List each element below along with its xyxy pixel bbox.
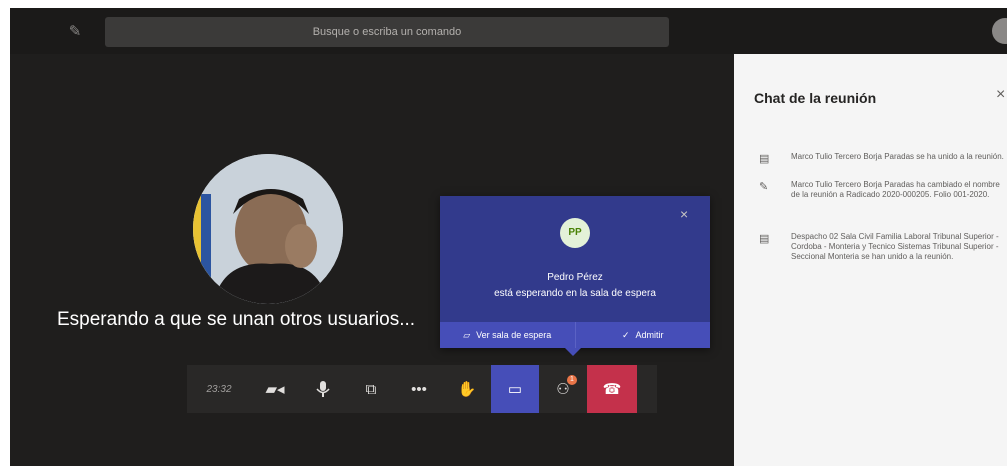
waiting-message: Esperando a que se unan otros usuarios..…	[57, 309, 416, 330]
waiting-user-avatar: PP	[560, 218, 590, 248]
participants-badge: 1	[567, 375, 577, 385]
phone-icon: ☎	[602, 381, 622, 398]
admit-label: Admitir	[635, 330, 664, 340]
popup-pointer	[565, 348, 581, 356]
waiting-user-status: está esperando en la sala de espera	[494, 288, 656, 299]
more-options-button[interactable]: •••	[395, 365, 443, 413]
microphone-button[interactable]	[299, 365, 347, 413]
hang-up-button[interactable]: ☎	[587, 365, 637, 413]
chat-title: Chat de la reunión	[754, 90, 877, 106]
raise-hand-button[interactable]: ✋	[443, 365, 491, 413]
admit-button[interactable]: ✓ Admitir	[574, 322, 711, 348]
participants-button[interactable]: ⚇ 1	[539, 365, 587, 413]
top-bar: ✎ Busque o escriba un comando	[10, 8, 1007, 54]
hand-icon: ✋	[457, 381, 477, 398]
camera-icon: ▰◂	[265, 381, 285, 398]
share-screen-icon: ⧉	[365, 380, 377, 398]
people-icon: ▤	[759, 233, 770, 245]
compose-icon[interactable]: ✎	[65, 22, 85, 42]
chat-button[interactable]: ▭	[491, 365, 539, 413]
meeting-controls: 23:32 ▰◂ ⧉ ••• ✋ ▭ ⚇ 1 ☎	[187, 365, 657, 413]
lobby-notification: × PP Pedro Pérez está esperando en la sa…	[440, 196, 710, 356]
close-icon[interactable]: ×	[680, 206, 688, 222]
people-icon: ▤	[759, 153, 770, 165]
chat-message-text: Marco Tulio Tercero Borja Paradas se ha …	[791, 152, 1004, 161]
lobby-icon: ▱	[463, 329, 471, 340]
share-screen-button[interactable]: ⧉	[347, 365, 395, 413]
participant-avatar	[193, 154, 343, 304]
waiting-user-name: Pedro Pérez	[547, 272, 603, 283]
chat-message-text: Despacho 02 Sala Civil Familia Laboral T…	[791, 232, 999, 261]
chat-icon: ▭	[507, 381, 523, 398]
check-icon: ✓	[621, 329, 630, 340]
view-lobby-label: Ver sala de espera	[476, 330, 552, 340]
view-lobby-button[interactable]: ▱ Ver sala de espera	[440, 322, 575, 348]
teams-window: ✎ Busque o escriba un comando Esperando …	[10, 8, 1007, 466]
more-icon: •••	[411, 380, 427, 398]
close-icon[interactable]: ×	[996, 86, 1005, 104]
pencil-icon: ✎	[759, 181, 769, 193]
user-avatar[interactable]	[992, 18, 1007, 44]
meeting-timer: 23:32	[206, 383, 232, 395]
microphone-icon	[316, 381, 330, 397]
meeting-chat-panel: Chat de la reunión × ▤ Marco Tulio Terce…	[734, 54, 1007, 466]
lobby-actions: ▱ Ver sala de espera ✓ Admitir	[440, 322, 710, 348]
chat-message-text: Marco Tulio Tercero Borja Paradas ha cam…	[791, 180, 1000, 199]
search-input[interactable]: Busque o escriba un comando	[105, 17, 669, 47]
camera-button[interactable]: ▰◂	[251, 365, 299, 413]
